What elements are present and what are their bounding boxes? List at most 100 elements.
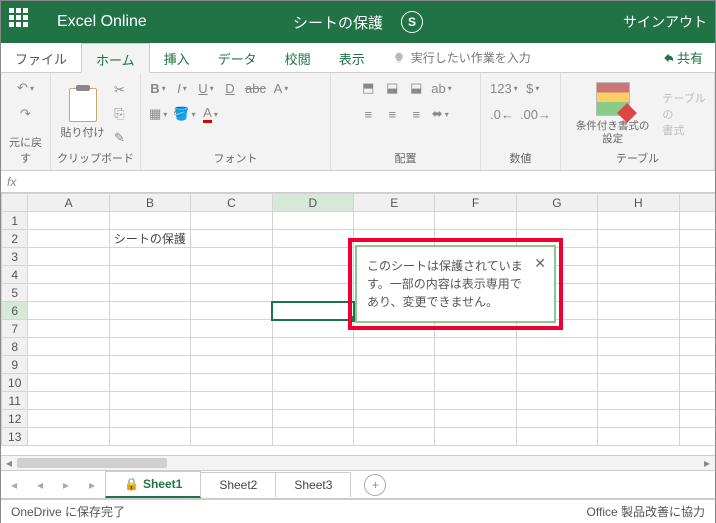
cell-C9[interactable]	[191, 356, 272, 374]
font-size-button[interactable]: A	[270, 77, 292, 99]
cell-I9[interactable]	[679, 356, 715, 374]
col-header-A[interactable]: A	[28, 194, 109, 212]
row-header-9[interactable]: 9	[2, 356, 28, 374]
wrap-text-button[interactable]: ab	[429, 77, 453, 99]
row-header-7[interactable]: 7	[2, 320, 28, 338]
cell-A12[interactable]	[28, 410, 109, 428]
row-header-8[interactable]: 8	[2, 338, 28, 356]
tab-view[interactable]: 表示	[325, 43, 379, 72]
tab-home[interactable]: ホーム	[81, 43, 150, 73]
cell-C3[interactable]	[191, 248, 272, 266]
cell-D1[interactable]	[272, 212, 353, 230]
sheet-tab-2[interactable]: Sheet2	[200, 472, 276, 497]
cell-F11[interactable]	[435, 392, 516, 410]
cell-I10[interactable]	[679, 374, 715, 392]
undo-button[interactable]: ↶	[15, 77, 37, 99]
cell-H2[interactable]	[598, 230, 679, 248]
cell-H5[interactable]	[598, 284, 679, 302]
align-bottom-button[interactable]: ⬓	[405, 77, 427, 99]
decrease-decimal-button[interactable]: .00→	[518, 103, 553, 125]
cell-A9[interactable]	[28, 356, 109, 374]
cell-B4[interactable]	[109, 266, 190, 284]
cell-C2[interactable]	[191, 230, 272, 248]
format-painter-button[interactable]: ✎	[109, 127, 131, 149]
cell-I8[interactable]	[679, 338, 715, 356]
cell-A6[interactable]	[28, 302, 109, 320]
cell-E13[interactable]	[354, 428, 435, 446]
cell-I12[interactable]	[679, 410, 715, 428]
cell-B2[interactable]: シートの保護	[109, 230, 190, 248]
cell-H10[interactable]	[598, 374, 679, 392]
conditional-formatting-icon[interactable]	[596, 82, 630, 116]
col-header-C[interactable]: C	[191, 194, 272, 212]
cell-I11[interactable]	[679, 392, 715, 410]
cell-I7[interactable]	[679, 320, 715, 338]
select-all-corner[interactable]	[2, 194, 28, 212]
cell-H6[interactable]	[598, 302, 679, 320]
cell-A4[interactable]	[28, 266, 109, 284]
cell-C8[interactable]	[191, 338, 272, 356]
cell-B1[interactable]	[109, 212, 190, 230]
cell-B13[interactable]	[109, 428, 190, 446]
fill-color-button[interactable]: 🪣	[171, 103, 197, 125]
underline-button[interactable]: U	[195, 77, 217, 99]
cell-H7[interactable]	[598, 320, 679, 338]
row-header-10[interactable]: 10	[2, 374, 28, 392]
cell-D12[interactable]	[272, 410, 353, 428]
cell-I3[interactable]	[679, 248, 715, 266]
cell-H8[interactable]	[598, 338, 679, 356]
tab-file[interactable]: ファイル	[1, 43, 81, 72]
cell-A3[interactable]	[28, 248, 109, 266]
cell-B11[interactable]	[109, 392, 190, 410]
cell-G10[interactable]	[516, 374, 597, 392]
scroll-left-arrow[interactable]: ◂	[1, 456, 17, 470]
cell-D2[interactable]	[272, 230, 353, 248]
cell-I4[interactable]	[679, 266, 715, 284]
share-button[interactable]: 共有	[647, 43, 715, 72]
sheet-tab-3[interactable]: Sheet3	[275, 472, 351, 497]
currency-button[interactable]: $	[522, 77, 544, 99]
bold-button[interactable]: B	[147, 77, 169, 99]
cell-D8[interactable]	[272, 338, 353, 356]
align-center-button[interactable]: ≡	[381, 103, 403, 125]
cell-E8[interactable]	[354, 338, 435, 356]
cell-I13[interactable]	[679, 428, 715, 446]
cell-A10[interactable]	[28, 374, 109, 392]
border-button[interactable]: ▦	[147, 103, 169, 125]
cell-G1[interactable]	[516, 212, 597, 230]
cell-H3[interactable]	[598, 248, 679, 266]
cell-F13[interactable]	[435, 428, 516, 446]
cell-A1[interactable]	[28, 212, 109, 230]
font-color-button[interactable]: A	[200, 103, 222, 125]
cell-G9[interactable]	[516, 356, 597, 374]
cell-B8[interactable]	[109, 338, 190, 356]
paste-icon[interactable]	[69, 88, 97, 122]
col-header-F[interactable]: F	[435, 194, 516, 212]
tab-insert[interactable]: 挿入	[150, 43, 204, 72]
redo-button[interactable]: ↷	[15, 103, 37, 125]
cell-G13[interactable]	[516, 428, 597, 446]
cell-B10[interactable]	[109, 374, 190, 392]
cell-A7[interactable]	[28, 320, 109, 338]
formula-bar[interactable]: fx	[1, 171, 715, 193]
cell-G12[interactable]	[516, 410, 597, 428]
cell-E9[interactable]	[354, 356, 435, 374]
skype-icon[interactable]: S	[401, 11, 423, 33]
cell-G8[interactable]	[516, 338, 597, 356]
cell-D11[interactable]	[272, 392, 353, 410]
row-header-1[interactable]: 1	[2, 212, 28, 230]
cell-C1[interactable]	[191, 212, 272, 230]
cell-B7[interactable]	[109, 320, 190, 338]
app-launcher-icon[interactable]	[9, 8, 37, 36]
tab-review[interactable]: 校閲	[271, 43, 325, 72]
cell-E11[interactable]	[354, 392, 435, 410]
align-right-button[interactable]: ≡	[405, 103, 427, 125]
cell-D3[interactable]	[272, 248, 353, 266]
cell-C11[interactable]	[191, 392, 272, 410]
cell-B12[interactable]	[109, 410, 190, 428]
cell-I5[interactable]	[679, 284, 715, 302]
col-header-B[interactable]: B	[109, 194, 190, 212]
cell-I1[interactable]	[679, 212, 715, 230]
sheet-tab-1[interactable]: 🔒Sheet1	[105, 471, 201, 498]
cell-H9[interactable]	[598, 356, 679, 374]
